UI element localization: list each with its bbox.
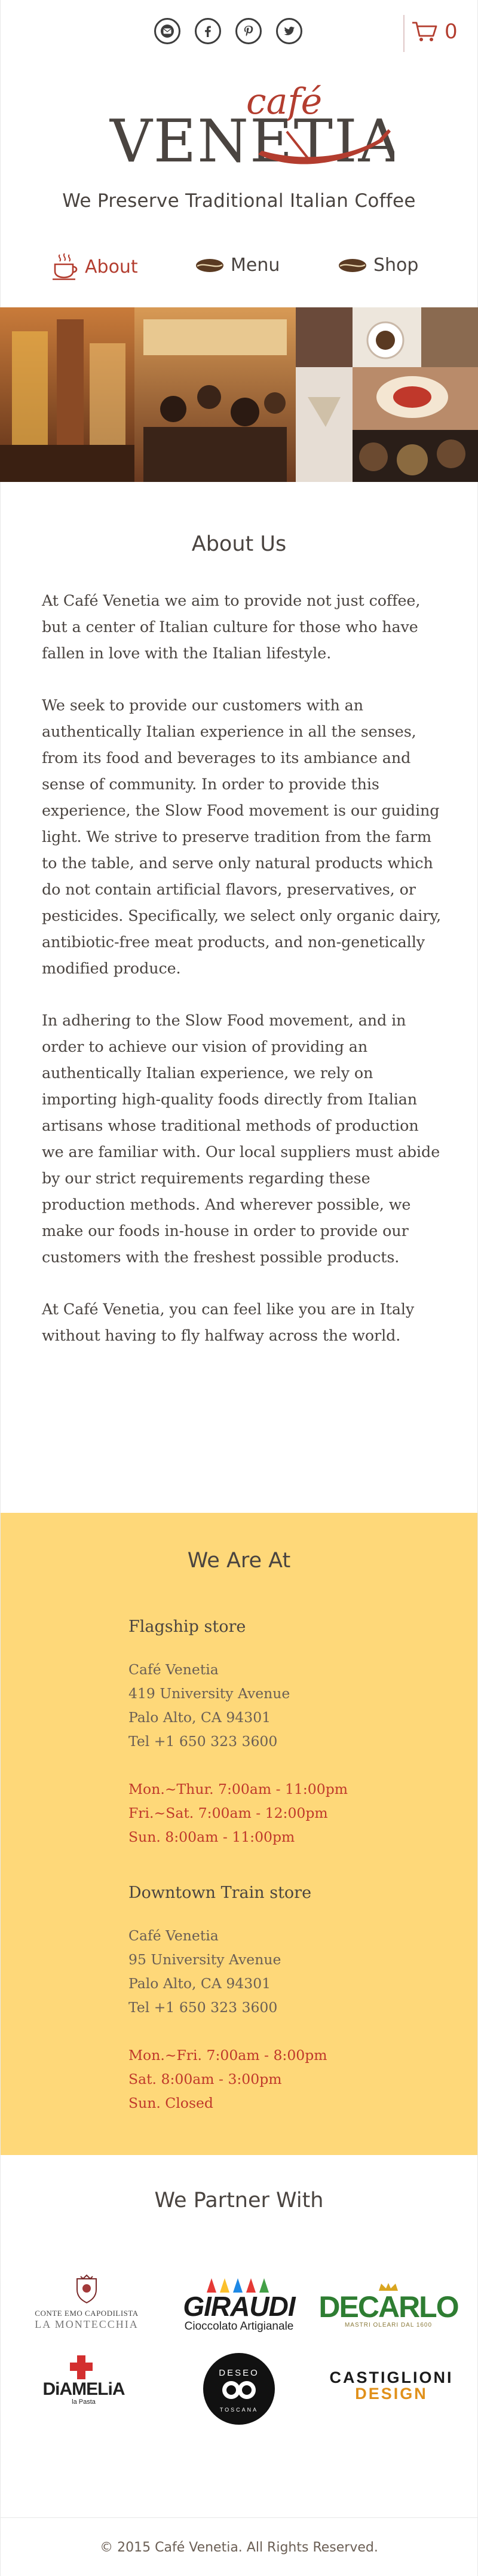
store-downtown-train: Downtown Train store Café Venetia 95 Uni…	[128, 1884, 427, 2115]
footer-copyright: © 2015 Café Venetia. All Rights Reserved…	[100, 2540, 378, 2555]
partner-text: CASTIGLIONI	[329, 2369, 454, 2386]
facebook-icon	[205, 26, 211, 37]
deseo-badge-icon: DESEO TOSCANA	[203, 2353, 275, 2425]
partners-heading: We Partner With	[154, 2189, 324, 2212]
partner-text: la Pasta	[72, 2398, 96, 2406]
hours-line: Mon.~Thur. 7:00am - 11:00pm	[128, 1781, 348, 1797]
partner-text: DECARLO	[318, 2290, 459, 2324]
hours-line: Mon.~Fri. 7:00am - 8:00pm	[128, 2047, 327, 2064]
nav-item-about[interactable]: About	[51, 252, 138, 281]
partner-text: LA MONTECCHIA	[35, 2318, 139, 2330]
partner-text: DESEO	[219, 2368, 259, 2378]
nav-item-menu[interactable]: Menu	[195, 255, 280, 276]
partner-decarlo-logo[interactable]: DECARLO MASTRI OLEARI DAL 1600	[318, 2272, 459, 2338]
cart-button[interactable]: 0	[411, 20, 458, 43]
twitter-icon	[284, 26, 295, 35]
about-paragraph: At Café Venetia we aim to provide not ju…	[42, 591, 421, 662]
cafe-crowd-photo	[134, 307, 296, 482]
locations-section: We Are At Flagship store Café Venetia 41…	[1, 1513, 477, 2155]
about-heading: About Us	[191, 532, 287, 556]
page: 0 café VENETIA We Preserve Traditional I…	[0, 0, 478, 2576]
crest-icon	[76, 2274, 97, 2303]
partner-text: DiAMELiA	[42, 2379, 125, 2399]
hero-photo-collage	[0, 307, 478, 482]
store-address-line: 95 University Avenue	[128, 1951, 281, 1968]
locations-heading: We Are At	[187, 1549, 291, 1573]
cart-count: 0	[445, 20, 458, 44]
store-hours: Mon.~Fri. 7:00am - 8:00pm Sat. 8:00am - …	[128, 2043, 427, 2115]
coffee-and-desserts-photos	[296, 307, 478, 482]
pinterest-link[interactable]	[235, 18, 262, 44]
store-address-line: Palo Alto, CA 94301	[128, 1975, 271, 1992]
email-link[interactable]	[154, 18, 180, 44]
store-address-line: Café Venetia	[128, 1927, 219, 1944]
cross-emblem-icon	[70, 2355, 93, 2379]
store-address-line: Café Venetia	[128, 1661, 219, 1678]
store-address-line: Palo Alto, CA 94301	[128, 1709, 271, 1726]
hours-line: Sun. Closed	[128, 2095, 213, 2111]
main-nav: About Menu Shop	[0, 252, 478, 288]
partner-text: GIRAUDI	[183, 2291, 295, 2322]
logo-venetia-text: VENETIA	[109, 108, 394, 176]
shopping-cart-icon	[412, 22, 437, 41]
partner-conte-emo-capodilista-logo[interactable]: CONTE EMO CAPODILISTA LA MONTECCHIA	[24, 2269, 149, 2335]
partner-deseo-logo[interactable]: DESEO TOSCANA	[197, 2347, 281, 2431]
nav-label-menu: Menu	[231, 255, 280, 276]
hours-line: Sat. 8:00am - 3:00pm	[128, 2071, 282, 2087]
about-paragraph: At Café Venetia, you can feel like you a…	[42, 1300, 415, 1344]
partner-diamelia-logo[interactable]: DiAMELiA la Pasta	[24, 2344, 143, 2416]
partner-text: CONTE EMO CAPODILISTA	[35, 2308, 139, 2318]
partner-text: DESIGN	[355, 2385, 428, 2403]
store-phone[interactable]: Tel +1 650 323 3600	[128, 1729, 427, 1753]
cart-divider	[403, 15, 405, 52]
social-links	[154, 18, 302, 44]
twitter-link[interactable]	[276, 18, 302, 44]
nav-item-shop[interactable]: Shop	[338, 255, 418, 276]
partner-text: Cioccolato Artigianale	[184, 2320, 294, 2333]
store-address-line: 419 University Avenue	[128, 1685, 290, 1702]
footer-divider	[1, 2517, 477, 2518]
about-paragraph: In adhering to the Slow Food movement, a…	[42, 1011, 440, 1266]
cafe-venetia-logo[interactable]: café VENETIA	[108, 79, 394, 181]
envelope-icon	[161, 25, 174, 38]
coffee-bean-icon	[196, 258, 223, 272]
partner-text: TOSCANA	[220, 2407, 258, 2413]
facebook-link[interactable]	[195, 18, 221, 44]
cafe-interior-photo	[0, 307, 134, 482]
store-hours: Mon.~Thur. 7:00am - 11:00pm Fri.~Sat. 7:…	[128, 1777, 427, 1849]
partner-giraudi-logo[interactable]: GIRAUDI Cioccolato Artigianale	[173, 2272, 305, 2338]
tagline: We Preserve Traditional Italian Coffee	[62, 190, 416, 212]
partner-castiglioni-design-logo[interactable]: CASTIGLIONI DESIGN	[326, 2362, 457, 2410]
nav-label-about: About	[85, 256, 138, 277]
store-phone[interactable]: Tel +1 650 323 3600	[128, 1995, 427, 2019]
store-name: Flagship store	[128, 1617, 246, 1636]
partner-text: MASTRI OLEARI DAL 1600	[344, 2321, 433, 2328]
coffee-bean-icon	[339, 258, 366, 272]
coffee-cup-icon	[53, 253, 78, 280]
hours-line: Fri.~Sat. 7:00am - 12:00pm	[128, 1805, 328, 1821]
store-flagship: Flagship store Café Venetia 419 Universi…	[128, 1617, 427, 1849]
about-paragraph: We seek to provide our customers with an…	[42, 696, 442, 977]
about-body: At Café Venetia we aim to provide not ju…	[42, 587, 442, 1374]
nav-label-shop: Shop	[373, 255, 419, 276]
store-name: Downtown Train store	[128, 1884, 312, 1902]
pinterest-icon	[244, 26, 253, 36]
hours-line: Sun. 8:00am - 11:00pm	[128, 1829, 295, 1845]
